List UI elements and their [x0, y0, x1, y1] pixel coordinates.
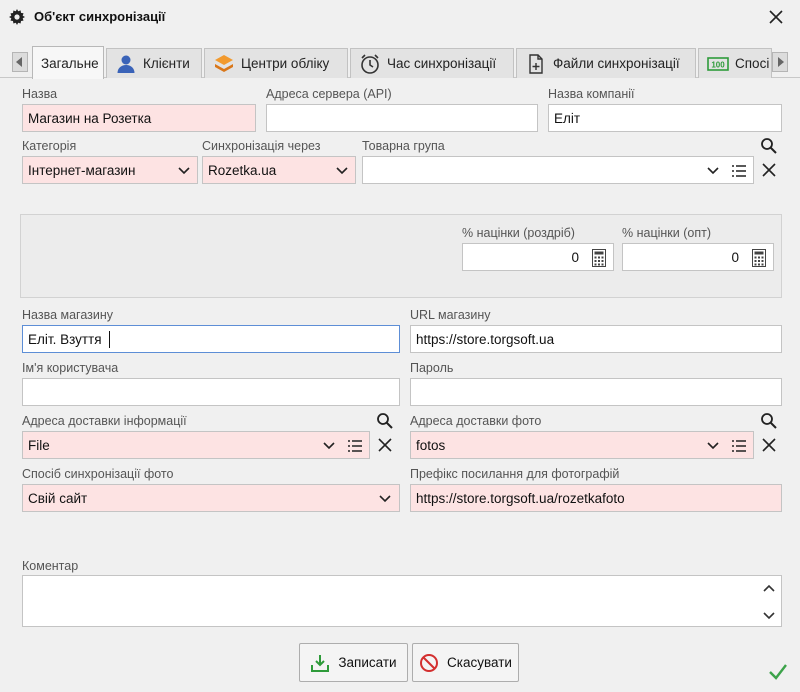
- info-delivery-value: File: [28, 438, 50, 453]
- svg-text:100: 100: [711, 60, 725, 69]
- info-delivery-label: Адреса доставки інформації: [22, 414, 187, 428]
- shop-name-field[interactable]: Еліт. Взуття: [22, 325, 400, 353]
- clear-icon[interactable]: [376, 436, 394, 454]
- name-field[interactable]: Магазин на Розетка: [22, 104, 256, 132]
- search-icon[interactable]: [760, 412, 778, 430]
- photo-sync-method-select[interactable]: Свій сайт: [22, 484, 400, 512]
- tab-sync-time[interactable]: Час синхронізації: [350, 48, 514, 78]
- tabs-scroll-right-button[interactable]: [772, 52, 788, 72]
- sync-via-label: Синхронізація через: [202, 139, 321, 153]
- photo-link-prefix-value: https://store.torgsoft.ua/rozetkafoto: [416, 491, 625, 506]
- info-delivery-select[interactable]: File: [22, 431, 370, 459]
- cancel-button[interactable]: Скасувати: [412, 643, 519, 682]
- product-group-label: Товарна група: [362, 139, 445, 153]
- category-value: Інтернет-магазин: [28, 163, 136, 178]
- password-field[interactable]: [410, 378, 782, 406]
- tab-general[interactable]: Загальне: [32, 46, 104, 79]
- name-value: Магазин на Розетка: [28, 111, 152, 126]
- window-title: Об'єкт синхронізації: [34, 9, 166, 24]
- search-icon[interactable]: [376, 412, 394, 430]
- save-button[interactable]: Записати: [299, 643, 408, 682]
- layers-icon: [215, 54, 233, 72]
- chevron-down-icon[interactable]: [707, 441, 719, 451]
- clock-icon: [361, 53, 379, 74]
- photo-link-prefix-field[interactable]: https://store.torgsoft.ua/rozetkafoto: [410, 484, 782, 512]
- markup-wholesale-field[interactable]: 0: [622, 243, 774, 271]
- tab-clients[interactable]: Клієнти: [106, 48, 202, 78]
- tab-strip: Загальне Клієнти Центри обліку Час синхр…: [0, 44, 800, 79]
- shop-url-field[interactable]: https://store.torgsoft.ua: [410, 325, 782, 353]
- username-label: Ім'я користувача: [22, 361, 119, 375]
- calculator-icon[interactable]: [752, 249, 766, 267]
- company-name-value: Еліт: [554, 111, 581, 126]
- company-name-field[interactable]: Еліт: [548, 104, 782, 132]
- gear-icon: [9, 9, 25, 25]
- tabs-scroll-left-button[interactable]: [12, 52, 28, 72]
- user-icon: [117, 55, 135, 73]
- tab-sync-files[interactable]: Файли синхронізації: [516, 48, 696, 78]
- clear-icon[interactable]: [760, 161, 778, 179]
- chevron-down-icon: [336, 167, 348, 175]
- photo-delivery-label: Адреса доставки фото: [410, 414, 542, 428]
- cancel-button-label: Скасувати: [447, 655, 512, 670]
- tab-label: Спосі: [735, 56, 770, 71]
- username-field[interactable]: [22, 378, 400, 406]
- list-icon[interactable]: [347, 439, 363, 453]
- save-button-label: Записати: [338, 655, 397, 670]
- title-bar: Об'єкт синхронізації: [0, 0, 800, 34]
- shop-url-value: https://store.torgsoft.ua: [416, 332, 555, 347]
- close-icon[interactable]: [766, 7, 786, 27]
- markup-retail-value: 0: [571, 250, 579, 265]
- clear-icon[interactable]: [760, 436, 778, 454]
- tab-label: Загальне: [41, 55, 99, 71]
- photo-delivery-value: fotos: [416, 438, 446, 453]
- category-select[interactable]: Інтернет-магазин: [22, 156, 198, 184]
- counter-icon: 100: [707, 56, 729, 71]
- name-label: Назва: [22, 87, 58, 101]
- server-address-label: Адреса сервера (API): [266, 87, 392, 101]
- scroll-down-icon[interactable]: [763, 612, 775, 620]
- chevron-down-icon[interactable]: [323, 441, 335, 451]
- add-file-icon: [529, 53, 543, 74]
- tab-label: Клієнти: [143, 56, 190, 71]
- server-address-field[interactable]: [266, 104, 538, 132]
- text-cursor: [109, 331, 110, 348]
- photo-delivery-select[interactable]: fotos: [410, 431, 754, 459]
- tab-label: Час синхронізації: [387, 56, 497, 71]
- photo-sync-method-value: Свій сайт: [28, 491, 88, 506]
- list-icon[interactable]: [731, 439, 747, 453]
- comment-textarea[interactable]: [22, 575, 782, 627]
- product-group-select[interactable]: [362, 156, 754, 184]
- shop-name-label: Назва магазину: [22, 308, 114, 322]
- photo-link-prefix-label: Префікс посилання для фотографій: [410, 467, 620, 481]
- list-icon[interactable]: [731, 164, 747, 178]
- cancel-icon: [420, 653, 439, 672]
- scroll-up-icon[interactable]: [763, 584, 775, 592]
- markup-wholesale-value: 0: [731, 250, 739, 265]
- chevron-down-icon: [178, 167, 190, 175]
- company-name-label: Назва компанії: [548, 87, 635, 101]
- search-icon[interactable]: [760, 137, 778, 155]
- calculator-icon[interactable]: [592, 249, 606, 267]
- download-icon: [311, 654, 330, 672]
- chevron-down-icon: [379, 495, 391, 503]
- check-icon: [769, 664, 787, 680]
- tab-label: Файли синхронізації: [553, 56, 680, 71]
- tab-accounting-centers[interactable]: Центри обліку: [204, 48, 348, 78]
- category-label: Категорія: [22, 139, 77, 153]
- sync-via-value: Rozetka.ua: [208, 163, 277, 178]
- markup-retail-field[interactable]: 0: [462, 243, 614, 271]
- tab-sync-method[interactable]: 100 Спосі: [698, 48, 772, 78]
- password-label: Пароль: [410, 361, 454, 375]
- tab-label: Центри обліку: [241, 56, 330, 71]
- shop-name-value: Еліт. Взуття: [28, 332, 102, 347]
- chevron-down-icon[interactable]: [707, 166, 719, 176]
- comment-label: Коментар: [22, 559, 79, 573]
- sync-via-select[interactable]: Rozetka.ua: [202, 156, 356, 184]
- markup-wholesale-label: % націнки (опт): [622, 226, 711, 240]
- markup-retail-label: % націнки (роздріб): [462, 226, 575, 240]
- photo-sync-method-label: Спосіб синхронізації фото: [22, 467, 174, 481]
- shop-url-label: URL магазину: [410, 308, 491, 322]
